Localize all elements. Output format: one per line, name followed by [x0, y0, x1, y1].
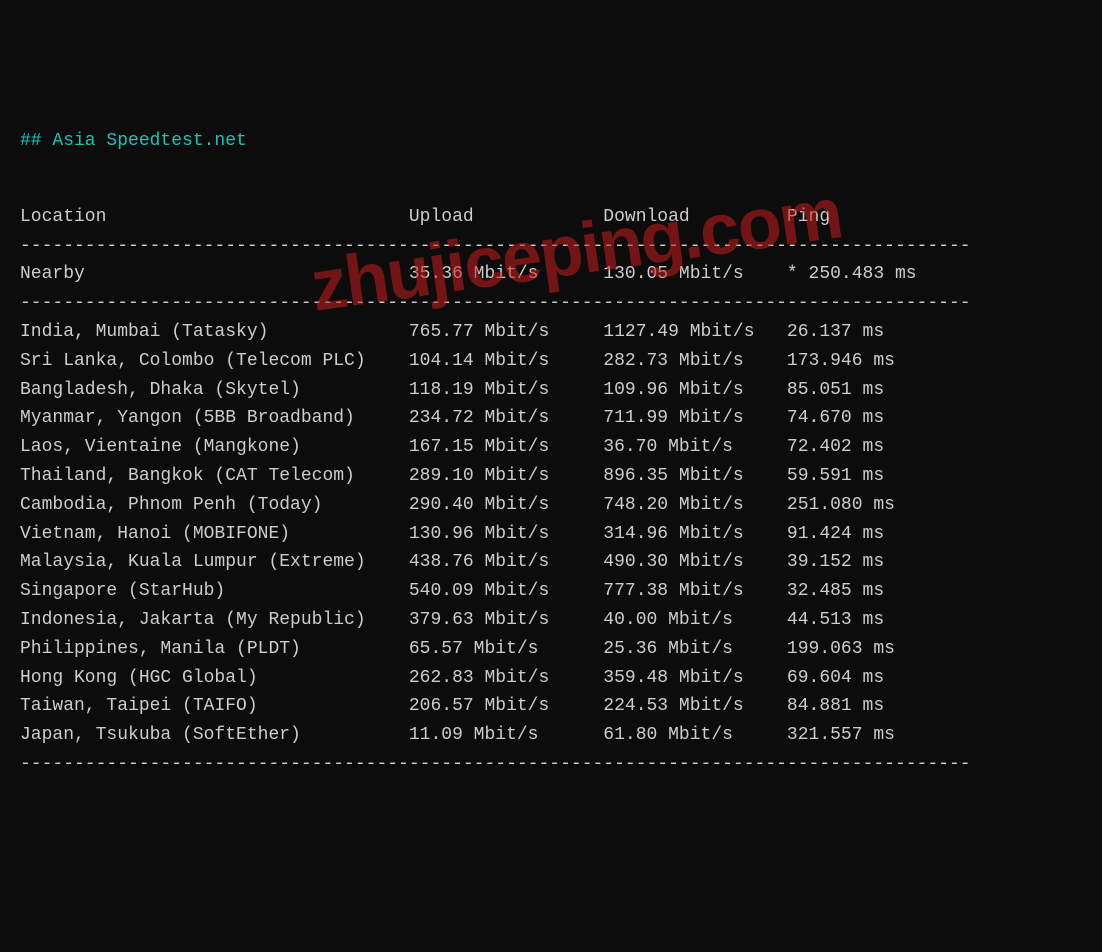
- table-row: Thailand, Bangkok (CAT Telecom) 289.10 M…: [20, 462, 1082, 491]
- table-row: Indonesia, Jakarta (My Republic) 379.63 …: [20, 606, 1082, 635]
- table-row: Japan, Tsukuba (SoftEther) 11.09 Mbit/s …: [20, 721, 1082, 750]
- table-row: Cambodia, Phnom Penh (Today) 290.40 Mbit…: [20, 491, 1082, 520]
- table-row: Malaysia, Kuala Lumpur (Extreme) 438.76 …: [20, 548, 1082, 577]
- table-row: Hong Kong (HGC Global) 262.83 Mbit/s 359…: [20, 664, 1082, 693]
- divider: ----------------------------------------…: [20, 232, 1082, 261]
- table-row: Taiwan, Taipei (TAIFO) 206.57 Mbit/s 224…: [20, 692, 1082, 721]
- table-row: Laos, Vientaine (Mangkone) 167.15 Mbit/s…: [20, 433, 1082, 462]
- divider: ----------------------------------------…: [20, 750, 1082, 779]
- divider: ----------------------------------------…: [20, 289, 1082, 318]
- table-header: Location Upload Download Ping: [20, 203, 1082, 232]
- table-row: Bangladesh, Dhaka (Skytel) 118.19 Mbit/s…: [20, 376, 1082, 405]
- nearby-row: Nearby 35.36 Mbit/s 130.05 Mbit/s * 250.…: [20, 260, 1082, 289]
- speedtest-table: Location Upload Download Ping-----------…: [20, 203, 1082, 779]
- section-title: ## Asia Speedtest.net: [20, 127, 1082, 156]
- table-row: Vietnam, Hanoi (MOBIFONE) 130.96 Mbit/s …: [20, 520, 1082, 549]
- table-row: Singapore (StarHub) 540.09 Mbit/s 777.38…: [20, 577, 1082, 606]
- table-row: Philippines, Manila (PLDT) 65.57 Mbit/s …: [20, 635, 1082, 664]
- table-row: Sri Lanka, Colombo (Telecom PLC) 104.14 …: [20, 347, 1082, 376]
- table-row: Myanmar, Yangon (5BB Broadband) 234.72 M…: [20, 404, 1082, 433]
- table-row: India, Mumbai (Tatasky) 765.77 Mbit/s 11…: [20, 318, 1082, 347]
